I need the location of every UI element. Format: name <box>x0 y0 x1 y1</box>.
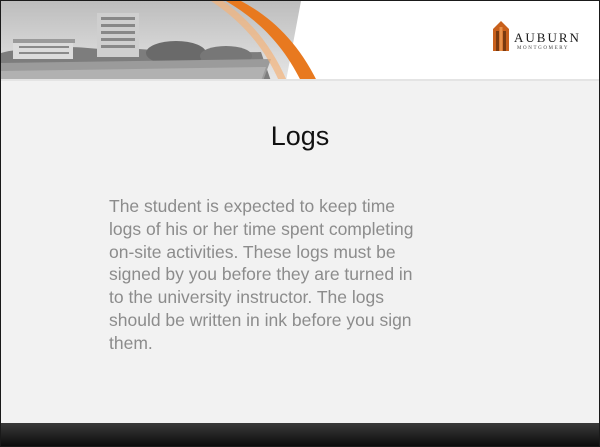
slide-body: The student is expected to keep time log… <box>109 195 539 355</box>
slide-title: Logs <box>270 121 330 151</box>
auburn-montgomery-logo: AUBURN MONTGOMERY <box>490 21 590 69</box>
body-line: them. <box>109 332 153 353</box>
header-band: AUBURN MONTGOMERY <box>1 1 599 81</box>
body-line: signed by you before they are turned in <box>109 264 413 285</box>
body-line: The student is expected to keep time <box>109 196 395 216</box>
footer-band <box>1 423 599 446</box>
logo-subtitle: MONTGOMERY <box>517 46 570 51</box>
body-line: logs of his or her time spent completing <box>109 218 414 239</box>
body-line: should be written in ink before you sign <box>109 309 412 330</box>
slide: AUBURN MONTGOMERY Logs The student is ex… <box>0 0 600 447</box>
tower-icon <box>493 21 509 51</box>
logo-name: AUBURN <box>514 30 581 45</box>
body-line: on-site activities. These logs must be <box>109 241 396 262</box>
body-line: to the university instructor. The logs <box>109 287 384 308</box>
